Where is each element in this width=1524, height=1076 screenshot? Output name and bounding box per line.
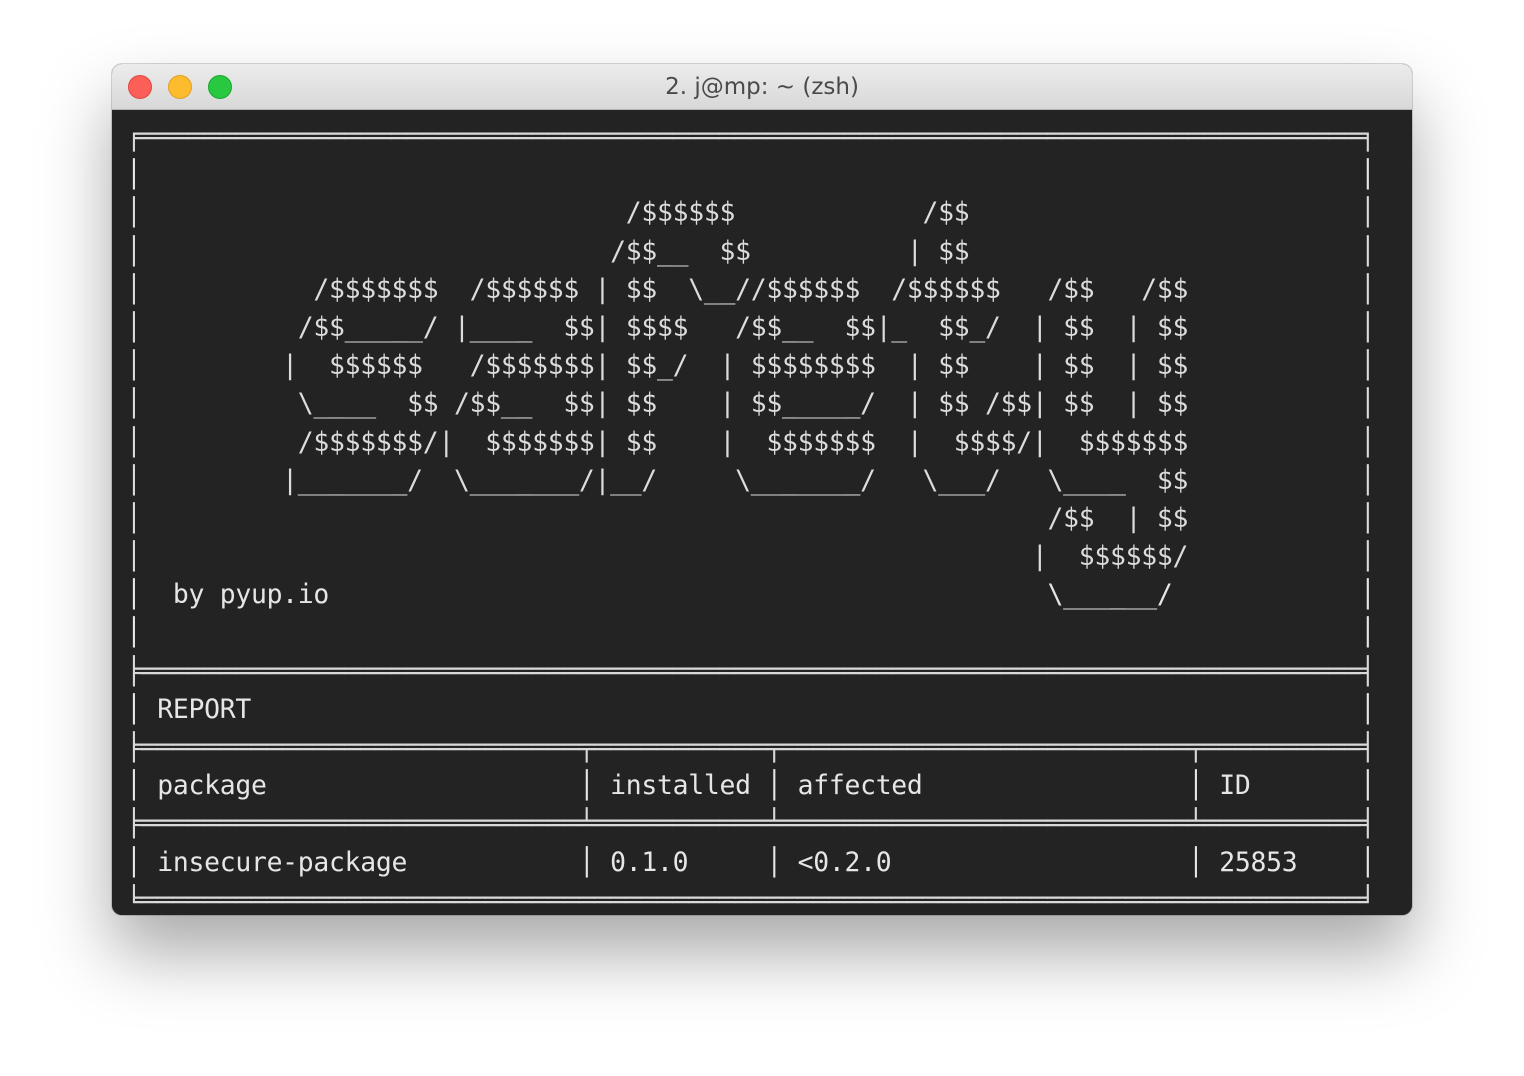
table-header-top-border: ╞════════════════════════════╤══════════… — [126, 732, 1376, 763]
ascii-logo-line: │ \____ $$ /$$__ $$| $$ | $$_____/ | $$ … — [126, 388, 1376, 420]
ascii-logo-line: │ /$$__ $$ | $$ │ — [126, 235, 1376, 267]
ascii-logo-line: │ /$$_____/ |____ $$| $$$$ /$$__ $$|_ $$… — [126, 311, 1376, 343]
window-title: 2. j@mp: ~ (zsh) — [665, 74, 859, 100]
ascii-logo-line: │ /$$ | $$ │ — [126, 502, 1376, 534]
table-header-bottom-border: ╞════════════════════════════╧══════════… — [126, 808, 1376, 840]
title-bar[interactable]: 2. j@mp: ~ (zsh) — [112, 64, 1412, 110]
blank-line: │ │ — [126, 617, 1376, 649]
terminal-output: ╒═══════════════════════════════════════… — [126, 118, 1376, 915]
report-bottom-border: ╘═══════════════════════════════════════… — [126, 884, 1376, 915]
terminal-viewport[interactable]: ╒═══════════════════════════════════════… — [112, 110, 1412, 915]
ascii-logo-line: │ /$$$$$$ /$$ │ — [126, 197, 1376, 229]
credit-line: │ by pyup.io \______/ │ — [126, 579, 1376, 611]
table-row: │ insecure-package │ 0.1.0 │ <0.2.0 │ 25… — [126, 846, 1376, 878]
report-top-border: ╒═══════════════════════════════════════… — [126, 121, 1376, 152]
table-header-row: │ package │ installed │ affected │ ID │ — [126, 770, 1376, 802]
ascii-logo-line: │ | $$$$$$ /$$$$$$$| $$_/ | $$$$$$$$ | $… — [126, 350, 1376, 382]
ascii-logo-line: │ | $$$$$$/ │ — [126, 541, 1376, 573]
blank-line: │ │ — [126, 159, 1376, 191]
terminal-window: 2. j@mp: ~ (zsh) ╒══════════════════════… — [112, 64, 1412, 915]
ascii-logo-line: │ /$$$$$$$/| $$$$$$$| $$ | $$$$$$$ | $$$… — [126, 426, 1376, 458]
ascii-logo-line: │ /$$$$$$$ /$$$$$$ | $$ \__//$$$$$$ /$$$… — [126, 273, 1376, 305]
report-heading-line: │ REPORT │ — [126, 693, 1376, 725]
ascii-logo-line: │ |_______/ \_______/|__/ \_______/ \___… — [126, 464, 1376, 496]
section-divider: ╞═══════════════════════════════════════… — [126, 655, 1376, 687]
